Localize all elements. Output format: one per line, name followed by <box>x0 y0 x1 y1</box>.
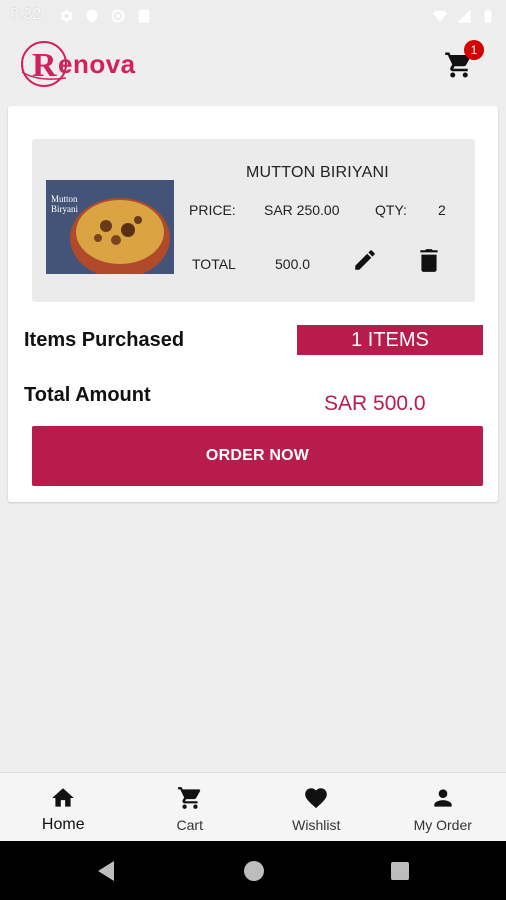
price-value: SAR 250.00 <box>264 202 340 218</box>
data-saver-icon <box>111 9 125 23</box>
home-icon <box>52 788 75 807</box>
home-button-icon[interactable] <box>244 861 264 881</box>
cart-icon <box>177 787 200 809</box>
item-image: Mutton Biryani <box>46 180 174 274</box>
item-name: MUTTON BIRIYANI <box>246 164 389 181</box>
nav-my-order[interactable]: My Order <box>380 773 506 841</box>
bottom-navigation: Home Cart Wishlist My Order <box>0 772 506 841</box>
status-system-icons <box>432 8 496 24</box>
svg-text:enova: enova <box>58 49 136 79</box>
items-count-badge: 1 ITEMS <box>297 325 483 355</box>
svg-text:Biryani: Biryani <box>51 204 78 214</box>
shield-icon <box>86 9 98 23</box>
status-notification-icons <box>58 8 152 24</box>
price-label: PRICE: <box>189 202 236 218</box>
nav-wishlist[interactable]: Wishlist <box>253 773 380 841</box>
status-bar: 8:32 <box>0 0 506 32</box>
app-bar: R enova 1 <box>0 32 506 104</box>
delete-icon[interactable] <box>418 247 440 273</box>
nav-wishlist-label: Wishlist <box>292 817 341 833</box>
system-navigation-bar <box>0 841 506 900</box>
edit-icon[interactable] <box>352 247 378 273</box>
recent-apps-icon[interactable] <box>391 862 409 880</box>
renova-logo: R enova <box>21 41 136 87</box>
items-purchased-label: Items Purchased <box>24 329 185 351</box>
nav-my-order-label: My Order <box>413 817 472 833</box>
total-amount-label: Total Amount <box>24 384 151 406</box>
wifi-icon <box>432 10 448 22</box>
qty-label: QTY: <box>375 202 407 218</box>
nav-home[interactable]: Home <box>0 773 127 841</box>
sd-card-icon <box>138 9 150 23</box>
qty-value: 2 <box>438 202 446 218</box>
total-label: TOTAL <box>192 256 236 272</box>
status-time: 8:32 <box>10 6 42 23</box>
total-amount-value: SAR 500.0 <box>324 392 426 415</box>
total-value: 500.0 <box>275 256 311 272</box>
heart-icon <box>305 788 328 809</box>
back-icon[interactable] <box>96 860 116 882</box>
nav-cart-label: Cart <box>176 817 203 833</box>
nav-home-label: Home <box>41 816 85 833</box>
cart-item: Mutton Biryani MUTTON BIRIYANI PRICE: SA… <box>32 139 475 302</box>
svg-text:R: R <box>32 47 57 84</box>
battery-icon <box>484 9 492 23</box>
order-now-button[interactable]: ORDER NOW <box>32 426 483 486</box>
settings-icon <box>60 10 73 22</box>
nav-cart[interactable]: Cart <box>127 773 254 841</box>
item-image-caption: Mutton <box>51 194 78 204</box>
cart-badge: 1 <box>464 40 484 60</box>
signal-icon <box>457 9 471 23</box>
person-icon <box>434 789 452 807</box>
cart-card: Mutton Biryani MUTTON BIRIYANI PRICE: SA… <box>8 106 498 502</box>
